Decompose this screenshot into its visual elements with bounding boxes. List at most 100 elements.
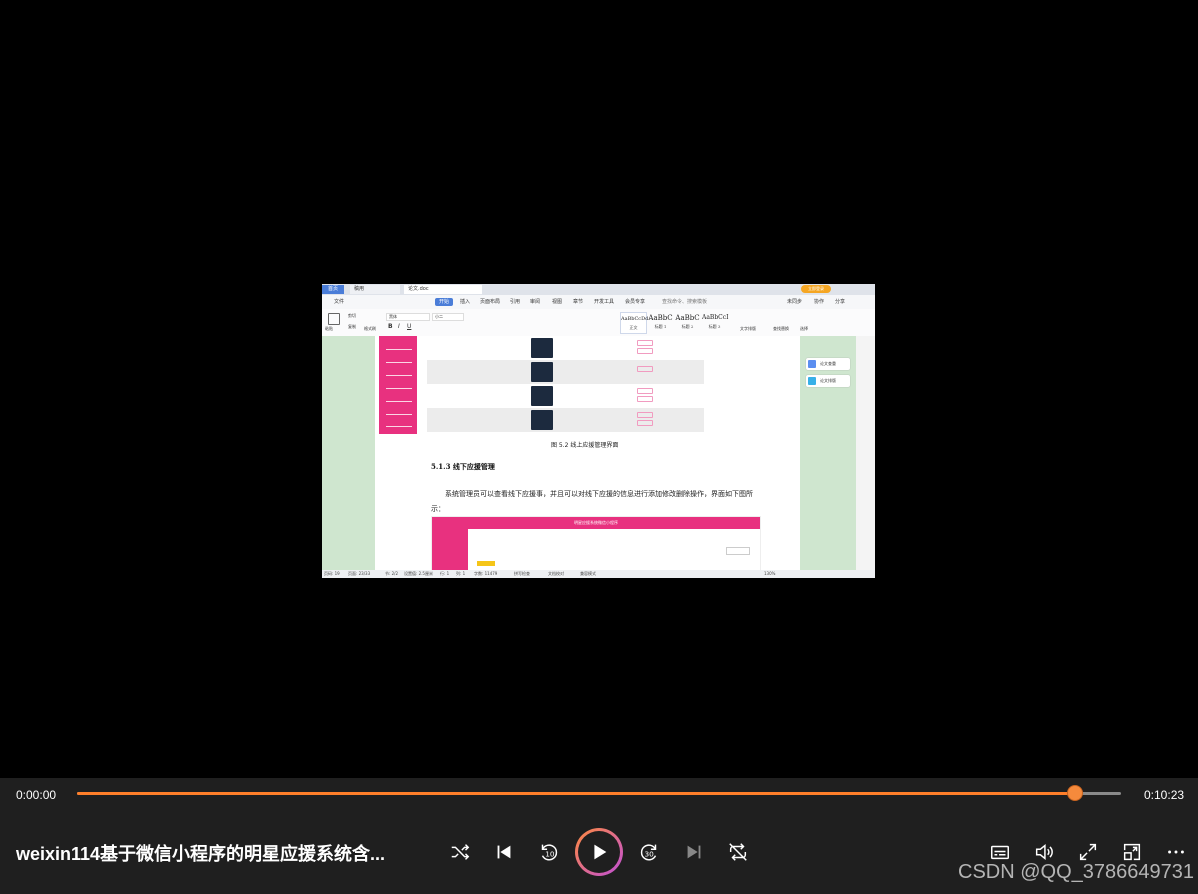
menu-collab: 协作 <box>814 299 825 305</box>
find-replace-label: 查找替换 <box>773 326 789 331</box>
paste-label: 粘贴 <box>325 326 333 331</box>
star-photo <box>531 386 553 406</box>
management-table-image <box>427 336 704 434</box>
style-heading-3: AaBbCcI 标题 3 <box>702 312 729 332</box>
repeat-button[interactable] <box>726 840 750 864</box>
miniplayer-icon <box>1123 843 1141 861</box>
wps-status-bar: 页码: 19 页面: 23/33 节: 2/2 设置值: 2.5厘米 行: 1 … <box>322 570 875 578</box>
duration: 0:10:23 <box>1144 788 1185 802</box>
style-name: 标题 2 <box>681 324 694 329</box>
section-heading: 5.1.3 线下应援管理 <box>431 462 495 471</box>
screenshot-header: 明星应援系统微信小程序 <box>432 517 760 529</box>
tab-home: 首页 <box>322 285 344 294</box>
copy-label: 复制 <box>348 324 356 329</box>
forward-30-icon: 30 <box>640 844 657 861</box>
seek-bar[interactable] <box>77 785 1121 801</box>
figure-caption: 图 5.2 线上应援管理界面 <box>551 442 619 449</box>
screenshot-sidebar <box>432 529 468 573</box>
table-row <box>427 384 704 408</box>
status-row: 行: 1 <box>440 571 450 576</box>
star-photo <box>531 410 553 430</box>
svg-text:10: 10 <box>545 850 555 859</box>
paper-check-label: 论文查重 <box>820 361 836 366</box>
shuffle-button[interactable] <box>448 840 472 864</box>
status-spell: 拼写检查 <box>514 571 530 576</box>
next-icon <box>687 845 701 859</box>
play-icon <box>594 844 607 860</box>
italic-icon: I <box>398 323 400 330</box>
style-sample: AaBbCcDd <box>621 316 649 322</box>
star-photo <box>531 338 553 358</box>
underline-icon: U <box>407 323 412 330</box>
menu-search: 查找命令、搜索模板 <box>662 299 708 305</box>
rewind-10-icon: 10 <box>541 844 558 861</box>
repeat-off-icon <box>729 843 747 861</box>
table-row <box>427 360 704 384</box>
menu-chapter: 章节 <box>573 299 584 305</box>
offline-support-screenshot: 明星应援系统微信小程序 <box>431 516 761 574</box>
wps-right-toolbar <box>856 336 875 570</box>
admin-sidebar-image <box>379 336 417 434</box>
menu-member: 会员专享 <box>625 299 646 305</box>
seek-bar-fill <box>77 792 1076 795</box>
video-frame[interactable]: 首页 稿用 论文.doc 立即登录 文件 开始 插入 页面布局 引用 审阅 视图… <box>322 284 875 578</box>
style-sample: AaBbCcI <box>702 314 729 321</box>
bold-icon: B <box>388 323 393 330</box>
style-heading-1: AaBbC 标题 1 <box>648 312 673 332</box>
more-icon <box>1168 850 1184 854</box>
status-setting: 设置值: 2.5厘米 <box>404 571 433 576</box>
screenshot-add-button <box>477 561 495 566</box>
font-size-select: 小二 <box>432 313 464 321</box>
style-sample: AaBbC <box>648 314 673 322</box>
wps-ribbon: 粘贴 剪切 复制 格式刷 黑体 小二 B I U AaBbCcDd 正文 AaB… <box>322 309 875 337</box>
menu-insert: 插入 <box>460 299 471 305</box>
status-words: 字数: 11479 <box>474 571 498 576</box>
fullscreen-icon <box>1079 843 1097 861</box>
next-button[interactable] <box>682 840 706 864</box>
status-section: 节: 2/2 <box>385 571 399 576</box>
status-col: 列: 1 <box>456 571 466 576</box>
table-row <box>427 408 704 432</box>
menu-developer: 开发工具 <box>594 299 615 305</box>
menu-review: 审阅 <box>530 299 541 305</box>
style-normal: AaBbCcDd 正文 <box>620 312 649 334</box>
cut-label: 剪切 <box>348 313 356 318</box>
table-row <box>427 336 704 360</box>
video-title: weixin114基于微信小程序的明星应援系统含... <box>16 844 386 864</box>
previous-button[interactable] <box>492 840 516 864</box>
rewind-10-button[interactable]: 10 <box>536 840 560 864</box>
style-name: 标题 1 <box>654 324 667 329</box>
check-icon <box>808 360 816 368</box>
login-button: 立即登录 <box>801 285 831 293</box>
paper-layout-button: 论文排版 <box>806 375 850 387</box>
seek-bar-thumb[interactable] <box>1067 785 1084 801</box>
paste-icon <box>328 313 340 325</box>
status-proof: 文档校对 <box>548 571 564 576</box>
text-layout-label: 文字排版 <box>740 326 756 331</box>
status-mode: 兼容模式 <box>580 571 596 576</box>
style-name: 标题 3 <box>708 324 721 329</box>
subtitles-icon <box>991 845 1009 860</box>
play-button[interactable] <box>575 828 623 876</box>
play-button-inner <box>578 831 620 873</box>
body-paragraph: 系统管理员可以查看线下应援事，并且可以对线下应援的信息进行添加修改删除操作，界面… <box>431 490 753 513</box>
volume-icon <box>1035 844 1053 860</box>
menu-unsynced: 未同步 <box>787 299 803 305</box>
layout-icon <box>808 377 816 385</box>
menu-layout: 页面布局 <box>480 299 501 305</box>
style-heading-2: AaBbC 标题 2 <box>675 312 700 332</box>
menu-share: 分享 <box>835 299 846 305</box>
screenshot-search <box>726 547 750 555</box>
wps-tab-bar: 首页 稿用 论文.doc 立即登录 <box>322 284 875 295</box>
tab-document: 论文.doc <box>404 285 482 294</box>
style-sample: AaBbC <box>675 314 700 322</box>
select-label: 选择 <box>800 326 808 331</box>
style-name: 正文 <box>629 325 638 330</box>
menu-references: 引用 <box>510 299 521 305</box>
menu-file: 文件 <box>334 299 345 305</box>
wps-menu-bar: 文件 开始 插入 页面布局 引用 审阅 视图 章节 开发工具 会员专享 查找命令… <box>322 295 875 310</box>
status-pages: 页面: 23/33 <box>348 571 371 576</box>
tab-draft: 稿用 <box>350 285 400 294</box>
forward-30-button[interactable]: 30 <box>638 840 662 864</box>
menu-home: 开始 <box>435 298 454 306</box>
